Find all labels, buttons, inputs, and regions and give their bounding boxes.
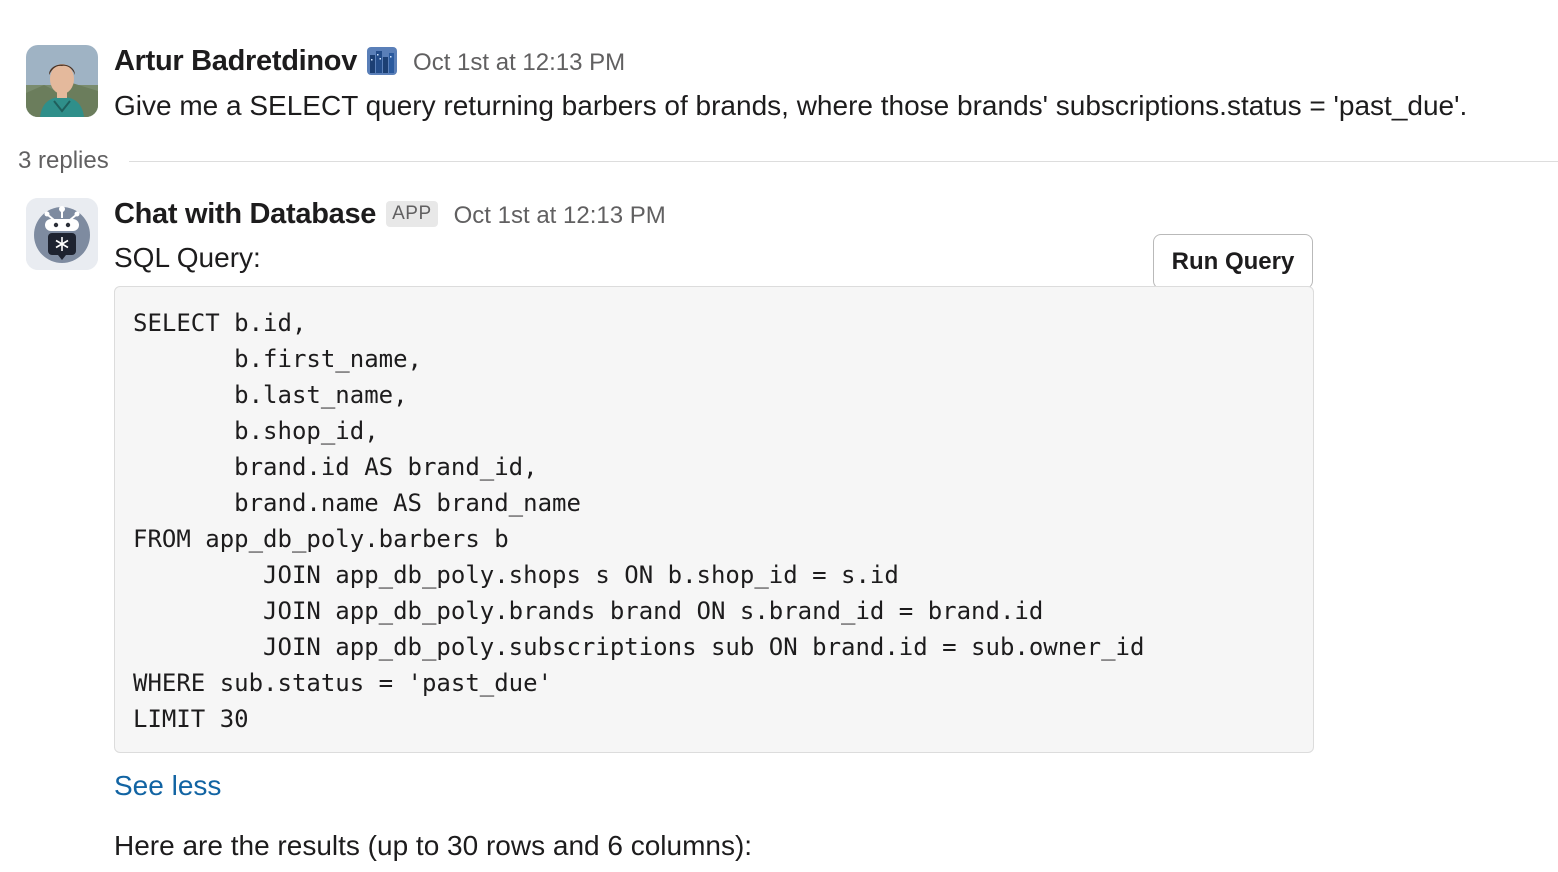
sql-code-block: SELECT b.id, b.first_name, b.last_name, … [114, 286, 1314, 753]
replies-divider: 3 replies [18, 142, 1558, 180]
message-header: Chat with Database APP Oct 1st at 12:13 … [114, 193, 666, 235]
message-timestamp[interactable]: Oct 1st at 12:13 PM [413, 49, 625, 77]
message-text: Give me a SELECT query returning barbers… [114, 90, 1468, 121]
sql-query-label: SQL Query: [114, 242, 261, 273]
thread-view: Artur Badretdinov Oct 1st at 12:13 PM Gi… [0, 0, 1558, 872]
bot-name[interactable]: Chat with Database [114, 198, 376, 231]
sql-code: SELECT b.id, b.first_name, b.last_name, … [133, 309, 1145, 733]
see-less-link[interactable]: See less [114, 766, 221, 806]
app-badge: APP [386, 201, 438, 227]
user-avatar[interactable] [26, 45, 98, 117]
bot-avatar[interactable] [26, 198, 98, 270]
replies-count: 3 replies [18, 147, 109, 174]
results-summary: Here are the results (up to 30 rows and … [114, 830, 753, 861]
message-timestamp[interactable]: Oct 1st at 12:13 PM [454, 202, 666, 230]
city-skyline-icon[interactable] [367, 47, 398, 75]
author-name[interactable]: Artur Badretdinov [114, 45, 357, 78]
message-header: Artur Badretdinov Oct 1st at 12:13 PM [114, 40, 625, 82]
divider-line [128, 160, 1558, 162]
run-query-button[interactable]: Run Query [1153, 234, 1313, 289]
